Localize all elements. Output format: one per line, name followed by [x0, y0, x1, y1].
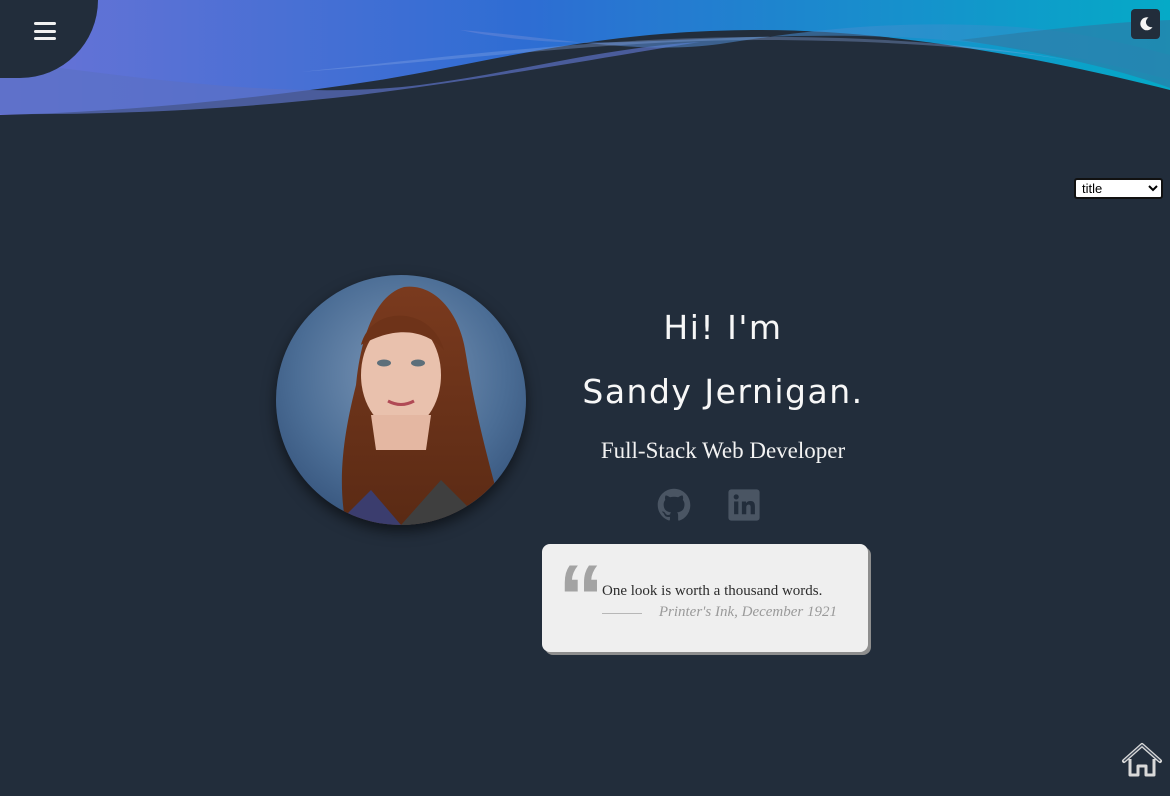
role-subtitle: Full-Stack Web Developer — [600, 438, 846, 463]
greeting-text: Hi! I'm — [663, 308, 783, 347]
quote-divider — [602, 613, 642, 614]
quote-text: One look is worth a thousand words. — [602, 583, 823, 599]
linkedin-icon[interactable] — [727, 488, 761, 522]
portrait-photo — [276, 275, 526, 525]
name-heading: Sandy Jernigan. — [582, 372, 864, 411]
github-icon[interactable] — [657, 488, 691, 522]
menu-bar — [34, 37, 56, 40]
header-wave-decoration — [0, 0, 1170, 115]
home-icon[interactable] — [1121, 742, 1163, 778]
menu-bar — [34, 22, 56, 25]
moon-icon — [1139, 17, 1152, 31]
quote-card: “ One look is worth a thousand words. Pr… — [542, 544, 868, 652]
quote-mark-icon: “ — [558, 547, 604, 649]
menu-bar — [34, 29, 56, 33]
title-select[interactable]: title — [1074, 178, 1163, 199]
hamburger-menu-icon[interactable] — [34, 20, 56, 42]
dark-mode-toggle[interactable] — [1131, 9, 1160, 39]
quote-author: Printer's Ink, December 1921 — [658, 604, 837, 620]
